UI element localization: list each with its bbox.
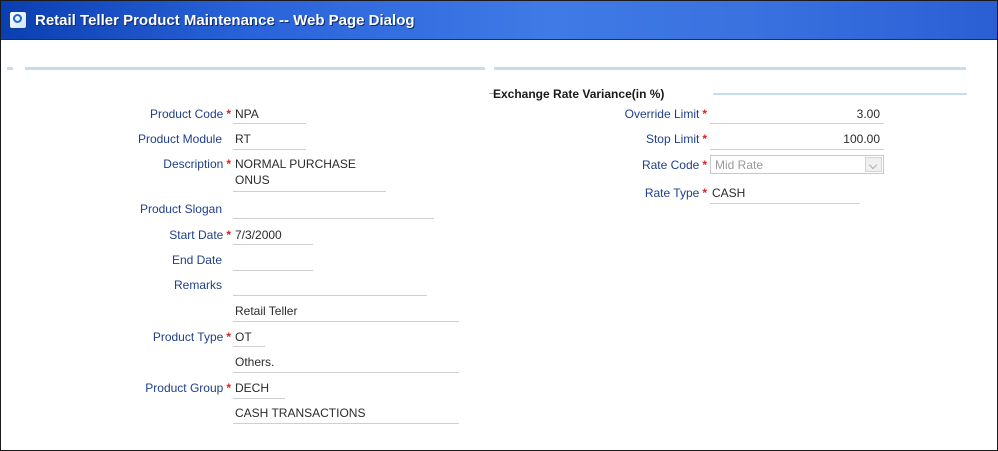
stop-limit-field[interactable]: 100.00 [841,132,880,146]
product-group-description: CASH TRANSACTIONS [235,406,366,420]
product-slogan-field[interactable] [233,202,435,216]
override-limit-label: Override Limit * [624,107,707,121]
rate-type-field[interactable]: CASH [710,186,745,200]
product-code-label: Product Code * [149,107,231,121]
start-date-field[interactable]: 7/3/2000 [233,228,282,242]
product-module-label: Product Module [137,132,222,146]
end-date-field[interactable] [233,253,313,267]
rate-type-underline [710,203,860,204]
product-module-field[interactable]: RT [233,132,251,146]
product-type-description: Others. [235,355,275,369]
window-title: Retail Teller Product Maintenance -- Web… [35,12,415,29]
ie-page-icon [9,11,27,29]
dialog-window: Retail Teller Product Maintenance -- Web… [0,0,998,451]
remarks-extra-text: Retail Teller [235,304,298,318]
product-type-field[interactable]: OT [233,330,252,344]
product-code-underline [233,123,306,124]
end-date-label: End Date [171,253,222,267]
product-slogan-label: Product Slogan [139,202,222,216]
rate-code-select[interactable]: Mid Rate [710,155,884,174]
product-group-underline [233,398,285,399]
stop-limit-label: Stop Limit * [645,132,707,146]
end-date-underline [233,270,313,271]
right-section-divider [494,67,966,70]
product-module-underline [233,149,306,150]
left-section-divider-line [25,67,485,70]
description-field-line1[interactable]: NORMAL PURCHASE [233,157,356,171]
product-code-field[interactable]: NPA [233,107,259,121]
start-date-label: Start Date * [169,228,231,242]
rate-type-label: Rate Type * [644,186,707,200]
override-limit-underline [710,123,884,124]
start-date-underline [233,244,313,245]
exchange-rate-variance-legend: Exchange Rate Variance(in %) [493,87,665,101]
chevron-down-icon[interactable] [865,157,882,172]
title-bar[interactable]: Retail Teller Product Maintenance -- Web… [1,1,997,40]
product-slogan-underline [233,218,434,219]
description-field-line2[interactable]: ONUS [233,173,270,187]
stop-limit-underline [710,149,884,150]
product-type-label: Product Type * [152,330,231,344]
remarks-underline [233,295,427,296]
left-section-divider [7,67,13,70]
override-limit-field[interactable]: 3.00 [855,107,880,121]
description-label: Description * [163,157,231,171]
product-type-underline [233,346,265,347]
product-group-description-underline [233,423,459,424]
product-group-label: Product Group * [145,381,231,395]
description-underline [233,191,386,192]
remarks-label: Remarks [173,278,222,292]
rate-code-label: Rate Code * [641,158,707,172]
product-group-field[interactable]: DECH [233,381,269,395]
remarks-extra-underline [233,321,459,322]
legend-line [713,93,967,95]
rate-code-selected-value: Mid Rate [715,158,764,172]
remarks-field[interactable] [233,278,427,292]
product-type-description-underline [233,372,459,373]
